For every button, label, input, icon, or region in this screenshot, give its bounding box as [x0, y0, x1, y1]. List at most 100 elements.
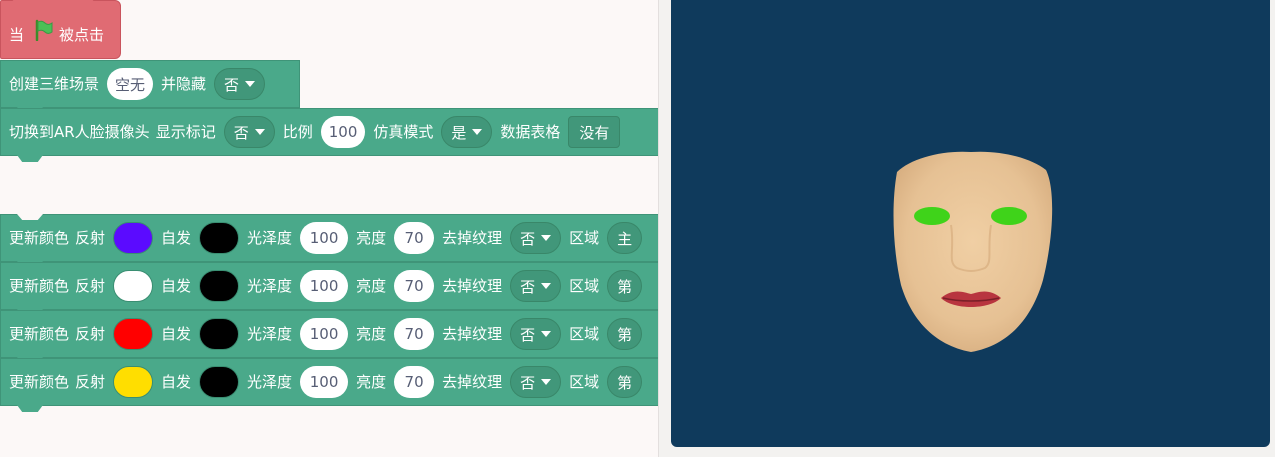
remove-texture-label: 去掉纹理	[442, 373, 503, 391]
stage-panel	[659, 0, 1275, 457]
chevron-down-icon	[472, 129, 483, 135]
brightness-input[interactable]: 70	[394, 318, 435, 350]
brightness-label: 亮度	[356, 229, 387, 247]
remove-texture-dropdown[interactable]: 否	[510, 270, 562, 302]
chevron-down-icon	[541, 283, 552, 289]
left-eye	[914, 207, 950, 225]
create-scene-block[interactable]: 创建三维场景 空无 并隐藏 否	[0, 60, 300, 114]
gloss-label: 光泽度	[247, 373, 293, 391]
reflect-label: 反射	[75, 277, 106, 295]
switch-ar-camera-block[interactable]: 切换到AR人脸摄像头 显示标记 否 比例 100 仿真模式 是 数据表格 没有	[0, 108, 658, 162]
region-label: 区域	[569, 277, 600, 295]
brightness-input[interactable]: 70	[394, 222, 435, 254]
remove-texture-value: 否	[520, 229, 536, 248]
remove-texture-dropdown[interactable]: 否	[510, 366, 562, 398]
emit-color-swatch[interactable]	[199, 270, 240, 302]
when-flag-clicked-block[interactable]: 当 被点击	[0, 0, 121, 59]
update-color-block[interactable]: 更新颜色 反射 自发 光泽度 100 亮度 70 去掉纹理 否 区域 第	[0, 358, 658, 412]
emit-label: 自发	[161, 277, 192, 295]
hat-prefix-label: 当	[9, 26, 25, 44]
update-color-block[interactable]: 更新颜色 反射 自发 光泽度 100 亮度 70 去掉纹理 否 区域 第	[0, 262, 658, 316]
gloss-input[interactable]: 100	[300, 222, 349, 254]
remove-texture-label: 去掉纹理	[442, 229, 503, 247]
update-color-label: 更新颜色	[9, 277, 70, 295]
reflect-color-swatch[interactable]	[113, 270, 154, 302]
remove-texture-value: 否	[520, 325, 536, 344]
brightness-label: 亮度	[356, 373, 387, 391]
hide-dropdown[interactable]: 否	[214, 68, 266, 100]
block-notch	[17, 214, 43, 220]
reflect-color-swatch[interactable]	[113, 222, 154, 254]
remove-texture-value: 否	[520, 373, 536, 392]
region-dropdown-value: 主	[617, 229, 633, 248]
region-dropdown[interactable]: 主	[607, 222, 643, 254]
region-label: 区域	[569, 373, 600, 391]
update-color-label: 更新颜色	[9, 325, 70, 343]
hat-suffix-label: 被点击	[59, 26, 105, 44]
ar-camera-label: 切换到AR人脸摄像头	[9, 123, 150, 141]
scale-label: 比例	[282, 123, 313, 141]
chevron-down-icon	[254, 129, 265, 135]
remove-texture-dropdown[interactable]: 否	[510, 222, 562, 254]
brightness-input[interactable]: 70	[394, 270, 435, 302]
block-notch	[17, 405, 43, 412]
reflect-color-swatch[interactable]	[113, 318, 154, 350]
remove-texture-label: 去掉纹理	[442, 325, 503, 343]
chevron-down-icon	[541, 235, 552, 241]
gloss-input[interactable]: 100	[300, 318, 349, 350]
block-notch	[17, 155, 43, 162]
region-label: 区域	[569, 325, 600, 343]
stage-canvas[interactable]	[671, 0, 1270, 447]
hide-label: 并隐藏	[161, 75, 207, 93]
emit-label: 自发	[161, 325, 192, 343]
reflect-label: 反射	[75, 373, 106, 391]
marker-label: 显示标记	[155, 123, 216, 141]
reflect-label: 反射	[75, 229, 106, 247]
chevron-down-icon	[541, 379, 552, 385]
update-color-block[interactable]: 更新颜色 反射 自发 光泽度 100 亮度 70 去掉纹理 否 区域 主	[0, 214, 658, 268]
region-label: 区域	[569, 229, 600, 247]
gloss-label: 光泽度	[247, 277, 293, 295]
update-color-label: 更新颜色	[9, 373, 70, 391]
code-workspace[interactable]: 当 被点击 创建三维场景 空无 并隐藏 否 切换到AR人脸摄像头 显示标记 否 …	[0, 0, 658, 457]
remove-texture-value: 否	[520, 277, 536, 296]
reflect-color-swatch[interactable]	[113, 366, 154, 398]
update-color-block[interactable]: 更新颜色 反射 自发 光泽度 100 亮度 70 去掉纹理 否 区域 第	[0, 310, 658, 364]
reflect-label: 反射	[75, 325, 106, 343]
scale-input[interactable]: 100	[320, 116, 366, 148]
face-mesh	[893, 151, 1053, 352]
sim-mode-dropdown[interactable]: 是	[441, 116, 493, 148]
gloss-input[interactable]: 100	[300, 366, 349, 398]
region-dropdown[interactable]: 第	[607, 318, 643, 350]
remove-texture-dropdown[interactable]: 否	[510, 318, 562, 350]
data-table-dropdown[interactable]: 没有	[568, 116, 621, 148]
emit-color-swatch[interactable]	[199, 318, 240, 350]
brightness-label: 亮度	[356, 325, 387, 343]
emit-label: 自发	[161, 373, 192, 391]
marker-dropdown[interactable]: 否	[223, 116, 275, 148]
brightness-label: 亮度	[356, 277, 387, 295]
scene-input[interactable]: 空无	[107, 68, 154, 100]
emit-color-swatch[interactable]	[199, 366, 240, 398]
emit-color-swatch[interactable]	[199, 222, 240, 254]
right-eye	[991, 207, 1027, 225]
region-dropdown[interactable]: 第	[607, 366, 643, 398]
gloss-label: 光泽度	[247, 325, 293, 343]
create-scene-label: 创建三维场景	[9, 75, 100, 93]
marker-dropdown-value: 否	[233, 123, 249, 142]
region-dropdown-value: 第	[617, 373, 633, 392]
chevron-down-icon	[245, 81, 256, 87]
region-dropdown[interactable]: 第	[607, 270, 643, 302]
gloss-label: 光泽度	[247, 229, 293, 247]
region-dropdown-value: 第	[617, 325, 633, 344]
green-flag-icon	[33, 19, 55, 45]
gloss-input[interactable]: 100	[300, 270, 349, 302]
hat-cap	[5, 0, 101, 17]
hide-dropdown-value: 否	[224, 75, 240, 94]
region-dropdown-value: 第	[617, 277, 633, 296]
update-color-label: 更新颜色	[9, 229, 70, 247]
data-table-label: 数据表格	[500, 123, 561, 141]
brightness-input[interactable]: 70	[394, 366, 435, 398]
sim-mode-label: 仿真模式	[373, 123, 434, 141]
sim-mode-dropdown-value: 是	[451, 123, 467, 142]
